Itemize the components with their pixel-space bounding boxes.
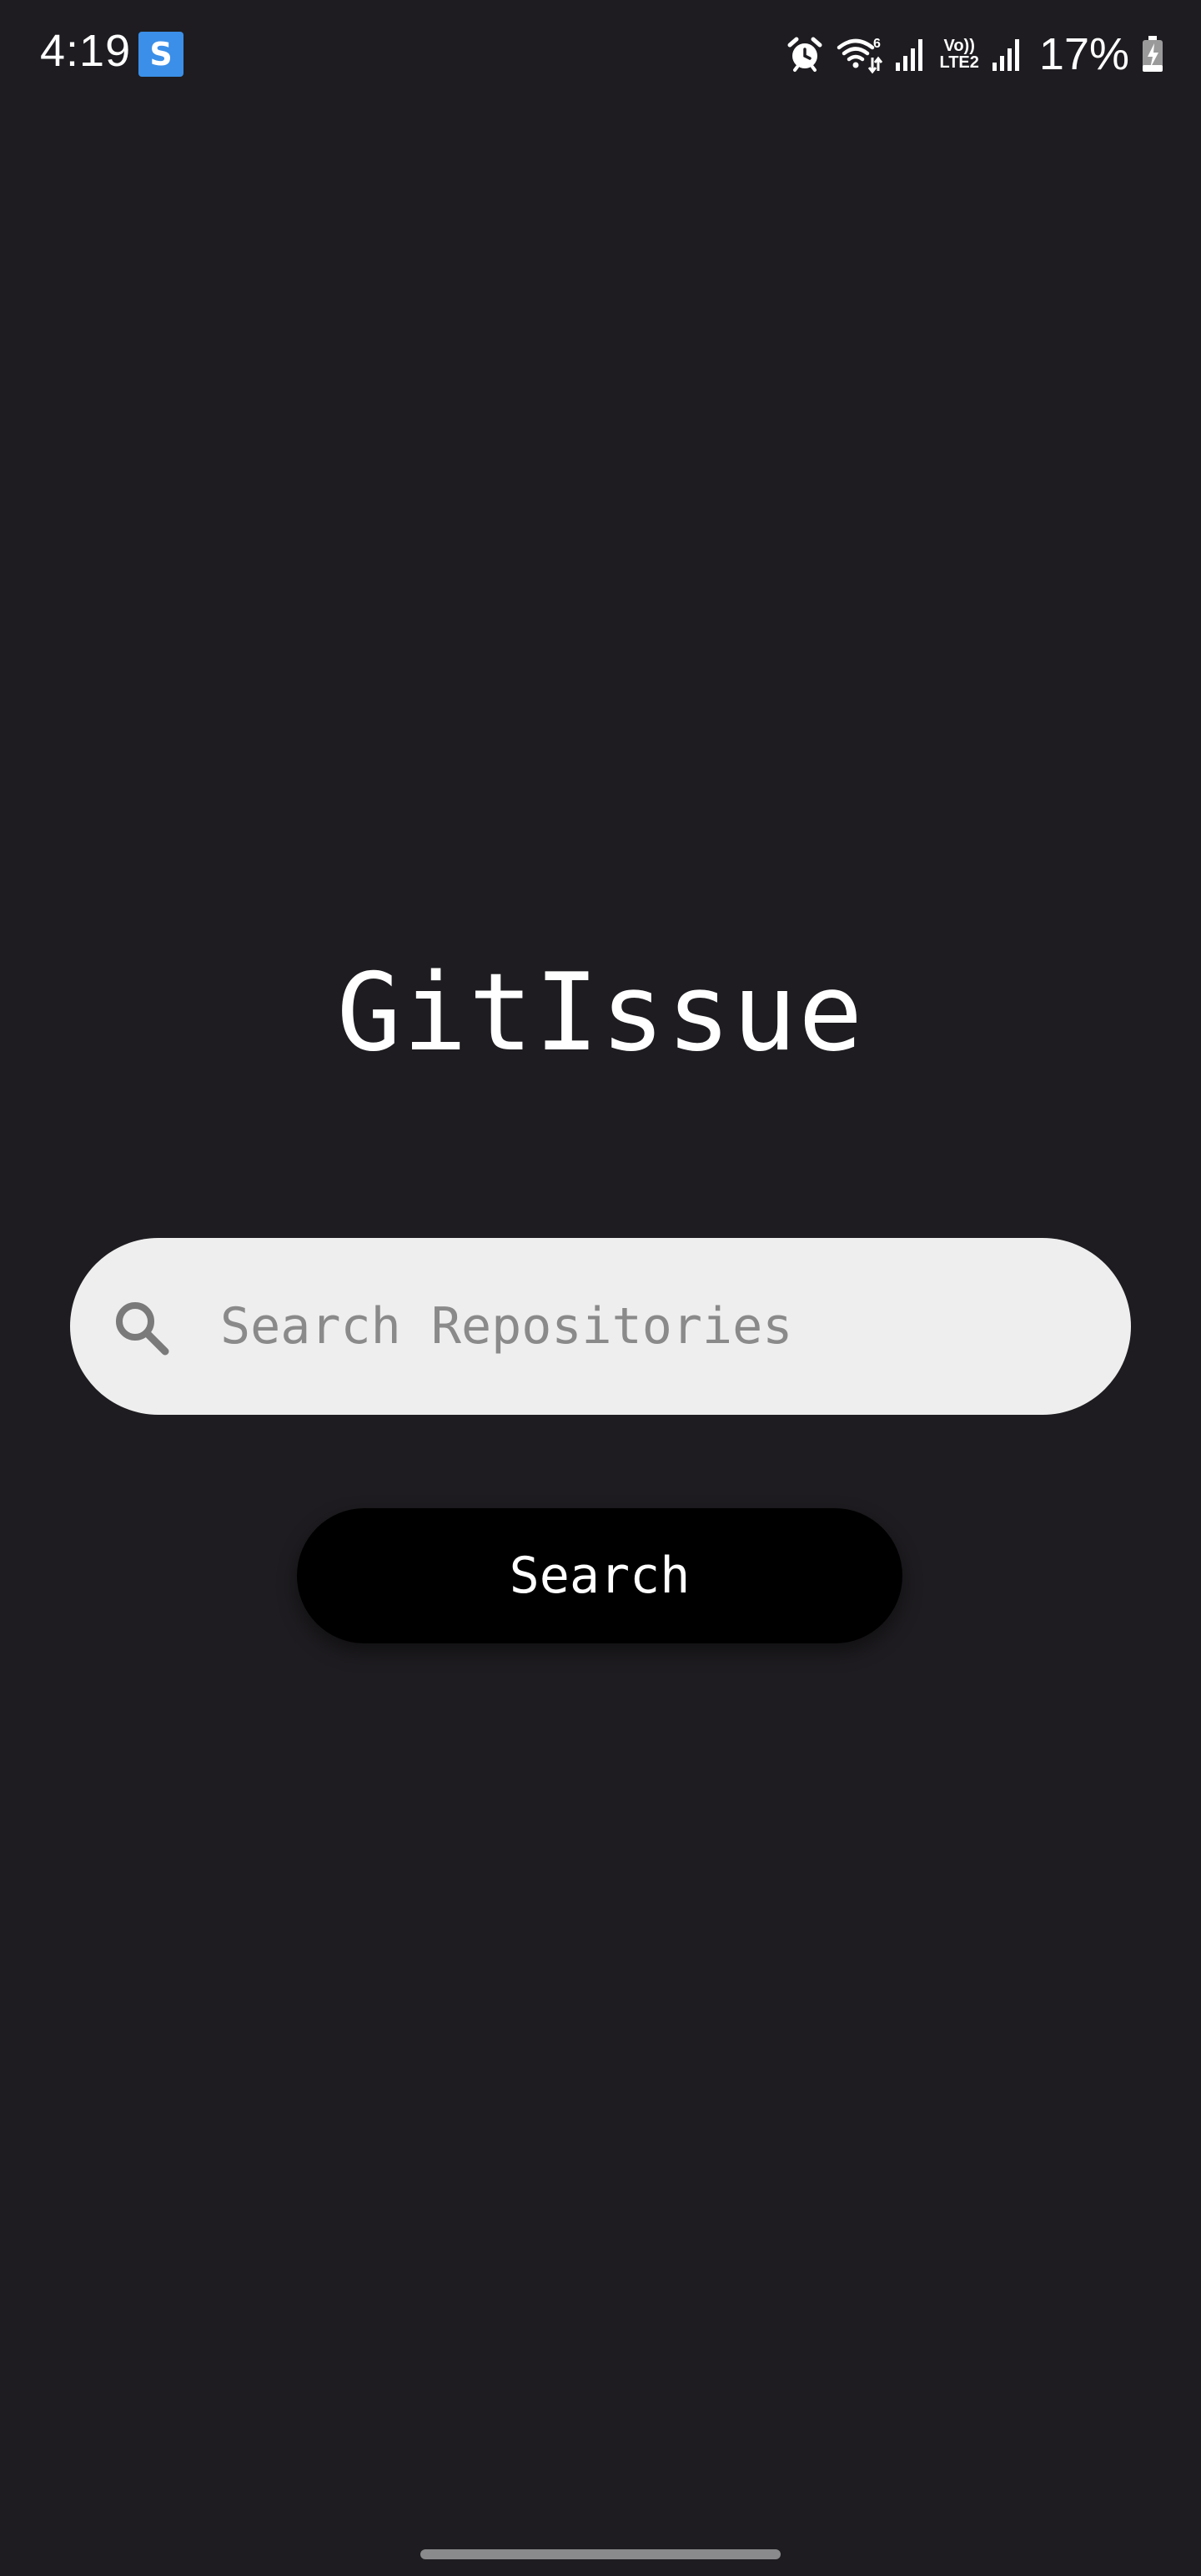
svg-text:6: 6 — [873, 37, 881, 51]
status-bar: 4:19 S 6 Vo)) LTE2 17% — [0, 0, 1201, 108]
app-title: GitIssue — [336, 951, 865, 1075]
alarm-icon — [787, 37, 822, 72]
wifi-icon: 6 — [837, 37, 883, 74]
search-field[interactable] — [70, 1238, 1131, 1415]
status-icons: 6 Vo)) LTE2 17% — [786, 25, 1164, 83]
battery-percentage: 17% — [1038, 29, 1129, 79]
volte-label: Vo)) — [943, 37, 975, 55]
app-notification-icon: S — [138, 32, 183, 77]
lte2-label: LTE2 — [939, 53, 979, 72]
search-button[interactable]: Search — [297, 1508, 902, 1643]
search-input[interactable] — [220, 1238, 1088, 1415]
signal-icon — [896, 39, 923, 71]
volte-lte2-icon: Vo)) LTE2 — [939, 38, 978, 71]
signal-icon — [992, 39, 1019, 71]
status-time: 4:19 — [40, 26, 132, 76]
search-icon — [116, 1302, 169, 1356]
home-indicator[interactable] — [420, 2549, 781, 2559]
battery-charging-icon — [1143, 36, 1163, 72]
